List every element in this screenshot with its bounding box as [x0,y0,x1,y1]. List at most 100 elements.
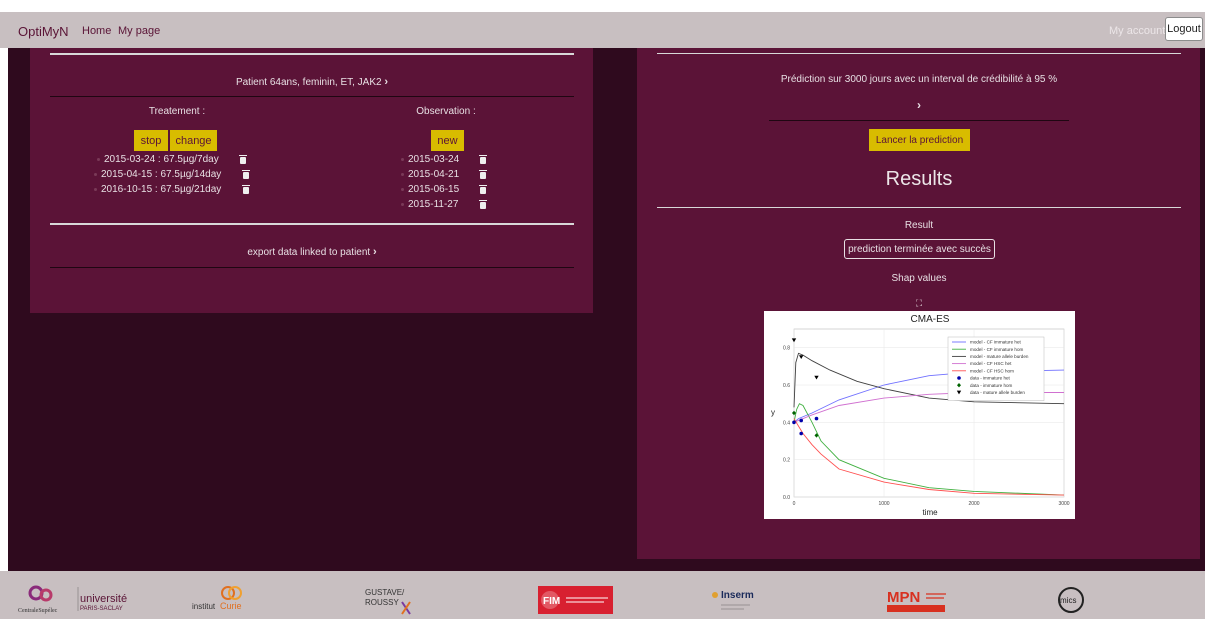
observation-item: 2015-03-24 [408,154,460,165]
institut-curie-logo: institut Curie [190,583,250,613]
svg-text:Curie: Curie [220,601,242,611]
brand-link[interactable]: OptiMyN [18,24,69,39]
divider [50,267,574,268]
legend-label: data - mature allele burden [970,390,1025,395]
divider [769,120,1069,121]
svg-text:GUSTAVE/: GUSTAVE/ [365,588,405,597]
svg-text:MPN: MPN [887,589,920,606]
logo-graphic: CentraleSupélec université PARIS-SACLAY [18,585,127,614]
chart-canvas: CMA-ES time y 0.0 0.2 0.4 0.6 0.8 0 1000 2000 30… [771,314,1070,517]
shap-chart: CMA-ES time y 0.0 0.2 0.4 0.6 0.8 0 1000 2000 30… [764,311,1075,519]
treatment-item: 2015-04-15 : 67.5µg/14day [101,169,222,180]
observation-item: 2015-04-21 [408,169,460,180]
change-button[interactable]: change [170,130,217,151]
svg-text:Inserm: Inserm [721,590,754,601]
new-observation-button[interactable]: new [431,130,464,151]
logo-graphic: FIM [541,591,608,609]
data-point [792,420,796,425]
my-account-link[interactable]: My account [1109,25,1165,37]
inserm-logo: Inserm [710,587,765,615]
result-label: Result [904,220,934,231]
svg-text:PARIS-SACLAY: PARIS-SACLAY [80,606,123,612]
x-tick-label: 3000 [1058,501,1069,507]
series-line [793,418,1065,496]
mics-logo: mics [1056,585,1086,615]
trash-icon[interactable] [479,155,487,164]
divider [50,96,574,97]
chart-title: CMA-ES [911,314,950,325]
legend-label: model - CF immature hom [970,347,1024,352]
legend-label: data - immature hom [970,383,1013,388]
divider [657,207,1181,208]
logout-button[interactable]: Logout [1165,17,1203,41]
result-status-button[interactable]: prediction terminée avec succès [844,239,995,259]
data-point [799,431,803,436]
divider [50,223,574,225]
trash-icon[interactable] [479,170,487,179]
export-label: export data linked to patient [247,247,371,258]
data-point [799,418,803,423]
data-point [791,338,797,343]
divider [657,53,1181,54]
chart-ylabel: y [771,408,775,417]
legend-label: model - CF HSC het [970,361,1012,366]
trash-icon[interactable] [479,200,487,209]
legend-label: model - CF HSC hom [970,368,1014,373]
gustave-roussy-logo: GUSTAVE/ ROUSSY [362,584,420,616]
fim-logo: FIM [538,586,613,614]
data-point [814,375,819,380]
svg-text:mics: mics [1060,596,1076,605]
logo-graphic: mics [1058,587,1084,613]
data-point [799,355,804,359]
y-tick-label: 0.8 [783,346,790,352]
chart-points [791,338,819,438]
x-tick-label: 2000 [968,501,979,507]
launch-prediction-button[interactable]: Lancer la prediction [869,129,970,151]
home-link[interactable]: Home [82,25,111,37]
observation-item: 2015-06-15 [408,184,460,195]
series-line [793,403,1065,496]
svg-text:FIM: FIM [543,596,560,607]
legend-label: model - CF immature het [970,340,1022,345]
trash-icon[interactable] [242,170,250,179]
list-bullet [401,173,404,176]
svg-text:université: université [80,593,127,605]
expand-icon[interactable]: ⛶ [657,298,1181,309]
shap-values-label: Shap values [891,273,947,284]
trash-icon[interactable] [239,155,247,164]
svg-text:CentraleSupélec: CentraleSupélec [18,608,58,614]
chevron-right-icon: › [372,246,377,258]
x-tick-label: 0 [793,501,796,507]
trash-icon[interactable] [242,185,250,194]
trash-icon[interactable] [479,185,487,194]
svg-text:institut: institut [192,602,216,611]
chevron-right-icon: › [384,76,389,88]
treatment-title: Treatement : [148,106,206,117]
divider [50,53,574,55]
navbar: OptiMyN Home My page My account Logout [0,12,1205,48]
legend-label: model - mature allele burden [970,354,1029,359]
export-data-link[interactable]: export data linked to patient › [50,246,574,258]
logo-graphic: MPN [887,589,946,612]
logo-graphic: institut Curie [192,586,242,611]
list-bullet [401,188,404,191]
data-point [814,416,819,421]
list-bullet [94,173,97,176]
logo-graphic: GUSTAVE/ ROUSSY [365,588,411,615]
list-bullet [401,203,404,206]
mypage-link[interactable]: My page [118,25,160,37]
patient-header[interactable]: Patient 64ans, feminin, ET, JAK2 › [50,76,574,88]
y-tick-label: 0.0 [783,495,790,501]
mpn-research-foundation-logo: MPN [886,586,948,614]
stop-button[interactable]: stop [134,130,168,151]
centralesupelec-paris-saclay-logo: CentraleSupélec université PARIS-SACLAY [16,581,136,615]
chevron-right-icon[interactable]: › [657,98,1181,112]
x-tick-label: 1000 [878,501,889,507]
data-point [957,376,961,380]
footer-logos: CentraleSupélec université PARIS-SACLAY … [0,571,1205,619]
list-bullet [97,158,100,161]
observation-item: 2015-11-27 [408,199,459,210]
y-tick-label: 0.6 [783,383,790,389]
chart-xlabel: time [922,508,938,517]
chart-legend: model - CF immature het model - CF immatu… [947,336,1045,401]
